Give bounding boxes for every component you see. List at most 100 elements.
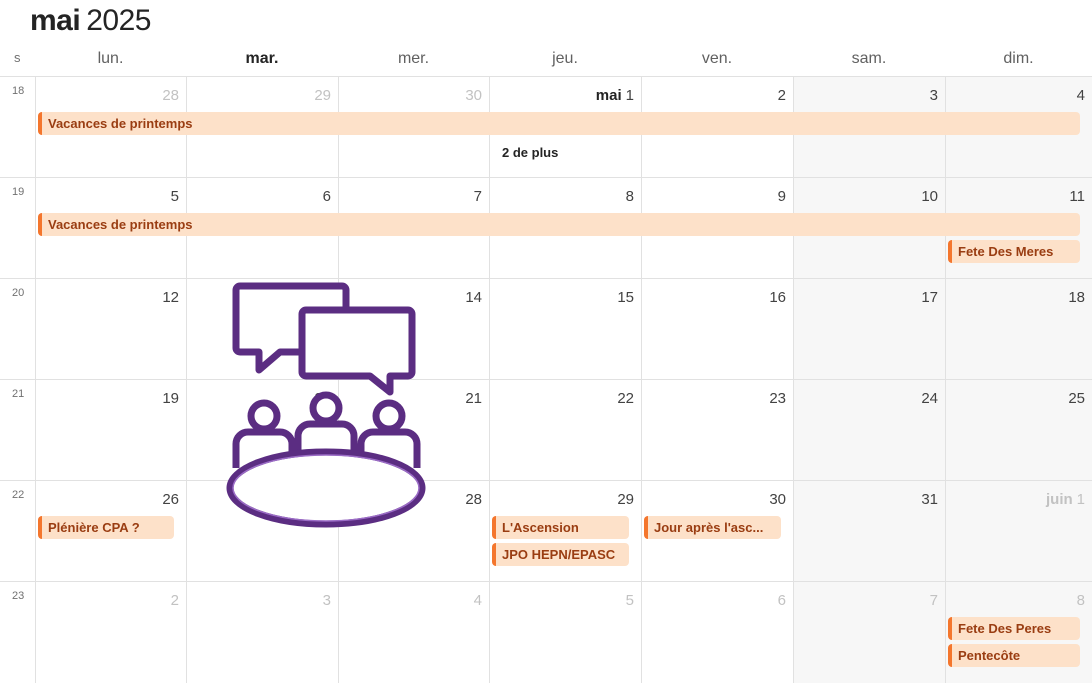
day-number-text: 19 [162, 390, 179, 407]
day-number: 21 [465, 390, 482, 407]
calendar-event[interactable]: Vacances de printemps [38, 213, 1080, 236]
week-number: 20 [12, 287, 25, 299]
day-number: 2 [778, 87, 786, 104]
day-number-text: 8 [625, 188, 634, 205]
month-name: mai [30, 4, 81, 37]
day-number-text: 6 [322, 188, 331, 205]
day-cell[interactable]: 6 [641, 582, 793, 683]
day-number-text: 23 [769, 390, 786, 407]
day-number-text: 14 [465, 289, 482, 306]
day-number: 9 [778, 188, 786, 205]
day-cell[interactable]: 12 [35, 279, 186, 380]
week-number: 19 [12, 186, 25, 198]
day-header-sun: dim. [1003, 50, 1034, 67]
day-cell[interactable]: 19 [35, 380, 186, 481]
week-row: 2119202122232425 [0, 379, 1092, 481]
day-number-text: 31 [921, 491, 938, 508]
day-number: 8 [1077, 592, 1085, 609]
day-number-text: 2 [170, 592, 179, 609]
day-number-text: 15 [617, 289, 634, 306]
calendar-event[interactable]: Vacances de printemps [38, 112, 1080, 135]
day-number-text: 17 [921, 289, 938, 306]
day-number: 4 [1077, 87, 1085, 104]
day-number: 10 [921, 188, 938, 205]
day-number-text: 1 [1076, 491, 1085, 508]
day-number: 25 [1068, 390, 1085, 407]
day-cell[interactable]: 16 [641, 279, 793, 380]
calendar-event[interactable]: Plénière CPA ? [38, 516, 174, 539]
day-number: 28 [465, 491, 482, 508]
day-number-text: 29 [314, 87, 331, 104]
day-number: 7 [474, 188, 482, 205]
week-number: 23 [12, 590, 25, 602]
day-cell[interactable]: 5 [489, 582, 641, 683]
day-number: 14 [465, 289, 482, 306]
day-number: 11 [1069, 188, 1085, 205]
week-row: 23 2 3 4 5 6 7 8 [0, 581, 1092, 683]
day-number: 2 [171, 592, 179, 609]
day-cell[interactable]: 31 [793, 481, 945, 582]
calendar-event[interactable]: Fete Des Peres [948, 617, 1080, 640]
day-number-text: 25 [1068, 390, 1085, 407]
day-number: 18 [1068, 289, 1085, 306]
day-number: 23 [769, 390, 786, 407]
day-number-text: 4 [1076, 87, 1085, 104]
day-number: 30 [465, 87, 482, 104]
calendar-event[interactable]: Fete Des Meres [948, 240, 1080, 263]
day-cell[interactable]: 3 [186, 582, 338, 683]
day-cell[interactable]: 2 [35, 582, 186, 683]
day-number: 6 [778, 592, 786, 609]
day-number-text: 28 [465, 491, 482, 508]
day-number-text: 11 [1069, 188, 1085, 205]
day-header-wed: mer. [397, 50, 430, 67]
day-number: 5 [171, 188, 179, 205]
day-number: 22 [617, 390, 634, 407]
calendar-event[interactable]: Pentecôte [948, 644, 1080, 667]
week-number: 22 [12, 489, 25, 501]
day-cell[interactable]: 15 [489, 279, 641, 380]
day-number-text: 9 [777, 188, 786, 205]
day-number: 17 [921, 289, 938, 306]
day-number-text: 5 [170, 188, 179, 205]
month-title: mai 2025 [30, 4, 151, 38]
day-cell[interactable]: 18 [945, 279, 1092, 380]
day-number: 4 [474, 592, 482, 609]
week-number: 21 [12, 388, 25, 400]
day-number: 8 [626, 188, 634, 205]
day-number-text: 10 [921, 188, 938, 205]
day-number: 3 [930, 87, 938, 104]
day-number: 7 [930, 592, 938, 609]
day-number-text: 28 [162, 87, 179, 104]
day-number: 28 [162, 87, 179, 104]
day-number-text: 12 [162, 289, 179, 306]
day-cell[interactable]: 7 [793, 582, 945, 683]
day-number-text: 3 [929, 87, 938, 104]
day-number-text: 24 [921, 390, 938, 407]
day-number-text: 30 [769, 491, 786, 508]
day-cell[interactable]: 4 [338, 582, 489, 683]
calendar-event[interactable]: Jour après l'asc... [644, 516, 781, 539]
day-number-text: 1 [625, 87, 634, 104]
day-cell[interactable]: 17 [793, 279, 945, 380]
day-number-text: 21 [465, 390, 482, 407]
day-header-tue: mar. [245, 50, 279, 67]
day-cell[interactable]: 24 [793, 380, 945, 481]
day-number-text: 30 [465, 87, 482, 104]
calendar-event[interactable]: JPO HEPN/EPASC [492, 543, 629, 566]
day-header-fri: ven. [701, 50, 733, 67]
day-cell[interactable]: 25 [945, 380, 1092, 481]
calendar-event[interactable]: L'Ascension [492, 516, 629, 539]
day-number-text: 6 [777, 592, 786, 609]
day-number: mai 1 [596, 87, 634, 104]
day-cell[interactable]: juin 1 [945, 481, 1092, 582]
day-number: 16 [769, 289, 786, 306]
month-prefix: juin [1045, 491, 1073, 508]
day-number: 19 [162, 390, 179, 407]
day-number-text: 16 [769, 289, 786, 306]
day-header-row: s lun. mar. mer. jeu. ven. sam. dim. [0, 46, 1092, 74]
day-number: 15 [617, 289, 634, 306]
day-number: 29 [617, 491, 634, 508]
more-events-link[interactable]: 2 de plus [502, 145, 558, 160]
day-cell[interactable]: 23 [641, 380, 793, 481]
day-cell[interactable]: 22 [489, 380, 641, 481]
